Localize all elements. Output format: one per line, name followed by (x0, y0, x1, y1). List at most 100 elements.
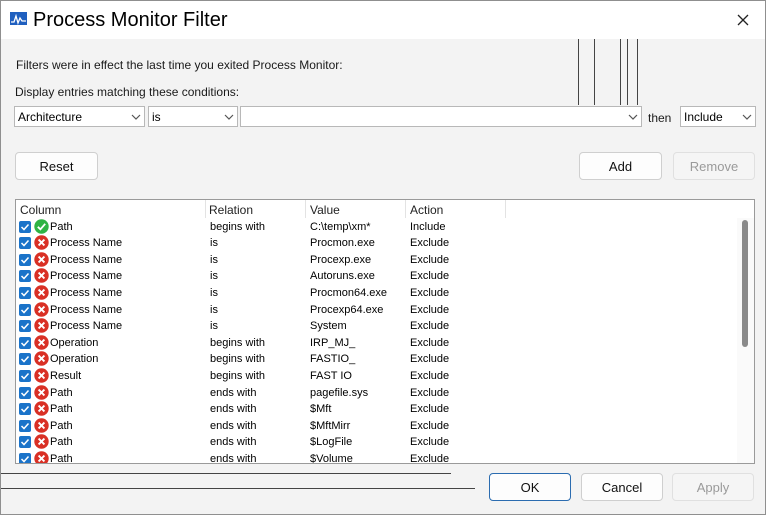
header-divider (405, 200, 406, 218)
column-select-value: Architecture (18, 110, 83, 124)
row-checkbox[interactable] (19, 436, 31, 449)
table-row[interactable]: Process Name is System Exclude (16, 318, 736, 335)
exclude-icon (34, 368, 49, 383)
exclude-icon (34, 334, 49, 350)
row-relation: is (210, 253, 218, 266)
relation-select[interactable]: is (148, 106, 238, 127)
checkmark-icon (20, 422, 30, 430)
apply-button[interactable]: Apply (672, 473, 754, 501)
background-line (1, 488, 475, 489)
row-relation: is (210, 270, 218, 283)
row-column: Path (50, 436, 73, 449)
checkmark-icon (20, 372, 30, 380)
row-checkbox[interactable] (19, 320, 31, 333)
row-checkbox[interactable] (19, 353, 31, 366)
checkmark-icon (20, 439, 30, 446)
row-action: Exclude (410, 303, 450, 316)
table-row[interactable]: Process Name is Procmon.exe Exclude (16, 235, 736, 252)
table-row[interactable]: Path ends with $Mft Exclude (16, 401, 736, 418)
action-select[interactable]: Include (680, 106, 756, 127)
row-value: Autoruns.exe (310, 270, 375, 283)
row-action: Exclude (410, 253, 450, 266)
row-checkbox[interactable] (19, 237, 31, 250)
row-checkbox[interactable] (19, 386, 31, 399)
row-value: Procexp64.exe (310, 303, 384, 316)
row-checkbox[interactable] (19, 419, 31, 432)
row-value: Procmon64.exe (310, 286, 388, 299)
remove-button[interactable]: Remove (673, 152, 755, 180)
table-row[interactable]: Process Name is Procmon64.exe Exclude (16, 285, 736, 302)
row-column: Process Name (50, 253, 123, 266)
row-relation: ends with (210, 386, 257, 399)
action-select-value: Include (684, 110, 723, 124)
row-checkbox[interactable] (19, 253, 31, 266)
header-divider (505, 200, 506, 218)
include-icon (34, 218, 49, 234)
row-relation: is (210, 303, 218, 316)
column-select[interactable]: Architecture (14, 106, 145, 127)
relation-header[interactable]: Relation (209, 203, 253, 217)
background-line (620, 39, 621, 105)
close-button[interactable] (721, 1, 765, 39)
table-row[interactable]: Result begins with FAST IO Exclude (16, 368, 736, 385)
background-line (627, 39, 628, 105)
row-checkbox[interactable] (19, 270, 31, 283)
filter-dialog: Process Monitor Filter Filters were in e… (0, 0, 766, 515)
row-checkbox[interactable] (19, 403, 31, 416)
cancel-button[interactable]: Cancel (581, 473, 663, 501)
background-line (1, 473, 451, 474)
row-value: System (310, 320, 347, 333)
table-row[interactable]: Path begins with C:\temp\xm* Include (16, 218, 736, 236)
table-row[interactable]: Path ends with $LogFile Exclude (16, 434, 736, 451)
table-row[interactable]: Process Name is Procexp.exe Exclude (16, 251, 736, 269)
exclude-icon (34, 301, 49, 317)
row-checkbox[interactable] (19, 336, 31, 349)
row-action: Exclude (410, 353, 450, 366)
filter-list[interactable]: Column Relation Value Action Path begins … (15, 199, 755, 464)
relation-select-value: is (152, 110, 161, 124)
column-header[interactable]: Column (20, 203, 61, 217)
row-value: FAST IO (310, 369, 352, 382)
window-title: Process Monitor Filter (33, 9, 228, 31)
table-row[interactable]: Operation begins with IRP_MJ_ Exclude (16, 334, 736, 352)
row-value: IRP_MJ_ (310, 336, 356, 349)
row-checkbox[interactable] (19, 303, 31, 316)
vertical-scrollbar[interactable] (737, 218, 754, 463)
exclude-icon (34, 434, 49, 449)
add-button[interactable]: Add (579, 152, 662, 180)
action-header[interactable]: Action (410, 203, 443, 217)
table-row[interactable]: Process Name is Procexp64.exe Exclude (16, 301, 736, 319)
reset-button[interactable]: Reset (15, 152, 98, 180)
row-relation: ends with (210, 436, 257, 449)
row-checkbox[interactable] (19, 452, 31, 463)
table-row[interactable]: Operation begins with FASTIO_ Exclude (16, 351, 736, 368)
row-checkbox[interactable] (19, 220, 31, 233)
exclude-icon (34, 451, 49, 463)
background-line (637, 39, 638, 105)
table-row[interactable]: Path ends with $Volume Exclude (16, 451, 736, 463)
row-relation: is (210, 237, 218, 250)
checkmark-icon (20, 289, 30, 297)
exclude-icon (34, 285, 49, 300)
value-combobox[interactable] (240, 106, 642, 127)
row-column: Process Name (50, 237, 123, 250)
scrollbar-thumb[interactable] (742, 220, 748, 347)
row-action: Exclude (410, 336, 450, 349)
table-row[interactable]: Path ends with $MftMirr Exclude (16, 417, 736, 435)
exclude-icon (34, 268, 49, 283)
table-row[interactable]: Path ends with pagefile.sys Exclude (16, 384, 736, 402)
exclude-icon (34, 235, 49, 250)
checkmark-icon (20, 273, 30, 280)
row-checkbox[interactable] (19, 286, 31, 299)
ok-button[interactable]: OK (489, 473, 571, 501)
exclude-icon (34, 251, 49, 267)
row-action: Exclude (410, 237, 450, 250)
row-value: pagefile.sys (310, 386, 369, 399)
checkmark-icon (20, 223, 30, 231)
background-line (578, 39, 579, 105)
value-header[interactable]: Value (310, 203, 340, 217)
row-checkbox[interactable] (19, 369, 31, 382)
exclude-icon (34, 417, 49, 433)
table-row[interactable]: Process Name is Autoruns.exe Exclude (16, 268, 736, 285)
row-column: Path (50, 386, 73, 399)
